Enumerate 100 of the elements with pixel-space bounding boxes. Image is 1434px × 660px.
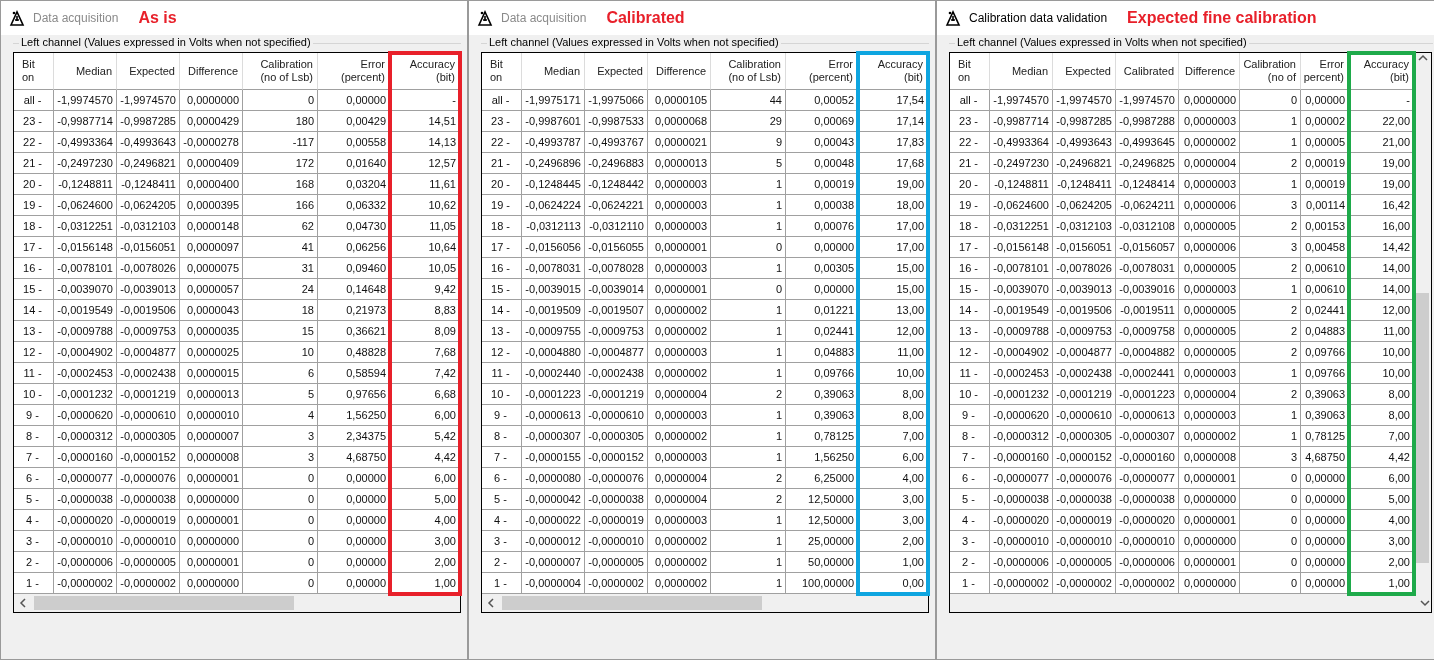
table-cell: 0,0000013: [648, 153, 711, 174]
table-cell: 0,0000002: [648, 321, 711, 342]
table-cell: -0,0000312: [990, 426, 1053, 447]
column-header[interactable]: Expected: [1053, 53, 1116, 90]
table-cell: -1,9974570: [117, 90, 180, 111]
table-cell: -0,9987714: [990, 111, 1053, 132]
table-cell: -0,2496896: [522, 153, 585, 174]
table-cell: 7 -: [482, 447, 522, 468]
table-cell: -0,0002438: [1053, 363, 1116, 384]
column-header[interactable]: Bit on: [950, 53, 990, 90]
table-cell: 15 -: [950, 279, 990, 300]
column-header[interactable]: Calibrated: [1116, 53, 1179, 90]
table-cell: 166: [243, 195, 318, 216]
table-cell: 0,0000001: [1179, 552, 1240, 573]
table-cell: 8 -: [950, 426, 990, 447]
table-cell: 0,0000002: [1179, 132, 1240, 153]
table-cell: -0,0000160: [1116, 447, 1179, 468]
window-title: Calibration data validation: [969, 11, 1108, 25]
table-cell: 3: [243, 447, 318, 468]
caret-down-icon[interactable]: [1419, 597, 1431, 609]
table-cell: 0,0000002: [648, 363, 711, 384]
column-header[interactable]: Median: [54, 53, 117, 90]
table-cell: 2: [1240, 216, 1301, 237]
table-cell: -0,0000160: [54, 447, 117, 468]
table-cell: 0,0000409: [180, 153, 243, 174]
table-cell: -0,0624211: [1116, 195, 1179, 216]
table-cell: 0: [243, 489, 318, 510]
table-cell: 0: [1240, 489, 1301, 510]
group-label: Left channel (Values expressed in Volts when not specified): [19, 36, 313, 48]
table-cell: 2: [1240, 258, 1301, 279]
column-header[interactable]: Expected: [585, 53, 648, 90]
table-cell: 0,0000006: [1179, 195, 1240, 216]
group-label: Left channel (Values expressed in Volts when not specified): [955, 36, 1249, 48]
table-cell: 0,0000000: [180, 531, 243, 552]
table-cell: -0,0000152: [585, 447, 648, 468]
table-cell: 10 -: [950, 384, 990, 405]
table-cell: 0,0000105: [648, 90, 711, 111]
table-cell: -1,9975171: [522, 90, 585, 111]
table-cell: -0,0009788: [990, 321, 1053, 342]
table-cell: 11 -: [482, 363, 522, 384]
column-header[interactable]: Difference: [180, 53, 243, 90]
table-cell: 0,0000043: [180, 300, 243, 321]
table-cell: 0,0000005: [1179, 321, 1240, 342]
table-cell: -0,1248445: [522, 174, 585, 195]
table-cell: 1: [711, 573, 786, 594]
table-cell: -0,0000019: [117, 510, 180, 531]
table-cell: 18 -: [482, 216, 522, 237]
table-cell: 168: [243, 174, 318, 195]
table-cell: 4 -: [950, 510, 990, 531]
table-cell: -0,0000005: [117, 552, 180, 573]
table-cell: 12 -: [950, 342, 990, 363]
table-cell: -0,0002453: [990, 363, 1053, 384]
table-cell: -0,0000002: [990, 573, 1053, 594]
table-cell: 13 -: [14, 321, 54, 342]
table-cell: 16 -: [482, 258, 522, 279]
table-cell: -0,0312251: [990, 216, 1053, 237]
table-cell: -0,0019549: [990, 300, 1053, 321]
table-cell: 0: [1240, 468, 1301, 489]
table-cell: -0,0078031: [1116, 258, 1179, 279]
table-cell: -0,0000002: [1116, 573, 1179, 594]
column-header[interactable]: Median: [990, 53, 1053, 90]
column-header[interactable]: Calibration (no of Lsb): [711, 53, 786, 90]
table-cell: 0,0000002: [648, 300, 711, 321]
table-cell: 23 -: [482, 111, 522, 132]
table-cell: 1 -: [950, 573, 990, 594]
table-cell: 0,0000003: [648, 174, 711, 195]
table-cell: -0,0624600: [990, 195, 1053, 216]
table-cell: -0,0000038: [1116, 489, 1179, 510]
column-header[interactable]: Calibration (no of Lsb): [243, 53, 318, 90]
table-cell: 12 -: [14, 342, 54, 363]
table-cell: -0,0000042: [522, 489, 585, 510]
table-cell: -0,0001219: [1053, 384, 1116, 405]
table-cell: 1: [711, 426, 786, 447]
column-header[interactable]: Bit on: [14, 53, 54, 90]
table-cell: 2: [1240, 384, 1301, 405]
table-cell: -0,0312113: [522, 216, 585, 237]
table-cell: 1 -: [482, 573, 522, 594]
table-cell: 0,0000003: [1179, 405, 1240, 426]
column-header[interactable]: Difference: [1179, 53, 1240, 90]
table-cell: 5: [243, 384, 318, 405]
table-cell: -0,0000004: [522, 573, 585, 594]
table-cell: 6 -: [482, 468, 522, 489]
column-header[interactable]: Median: [522, 53, 585, 90]
column-header[interactable]: Expected: [117, 53, 180, 90]
column-header[interactable]: Difference: [648, 53, 711, 90]
table-cell: -0,0078101: [54, 258, 117, 279]
table-cell: -0,0000160: [990, 447, 1053, 468]
table-cell: -0,0078031: [522, 258, 585, 279]
table-cell: 1: [711, 531, 786, 552]
table-cell: 2: [711, 489, 786, 510]
table-cell: -0,0000038: [1053, 489, 1116, 510]
table-cell: -0,0000620: [990, 405, 1053, 426]
table-cell: -0,0156148: [990, 237, 1053, 258]
column-header[interactable]: Bit on: [482, 53, 522, 90]
column-header[interactable]: Calibration (no of: [1240, 53, 1301, 90]
table-cell: -0,0000610: [117, 405, 180, 426]
table-cell: -0,4993643: [1053, 132, 1116, 153]
table-cell: 0,0000000: [1179, 90, 1240, 111]
table-cell: 1: [1240, 426, 1301, 447]
table-cell: 0,0000001: [180, 552, 243, 573]
